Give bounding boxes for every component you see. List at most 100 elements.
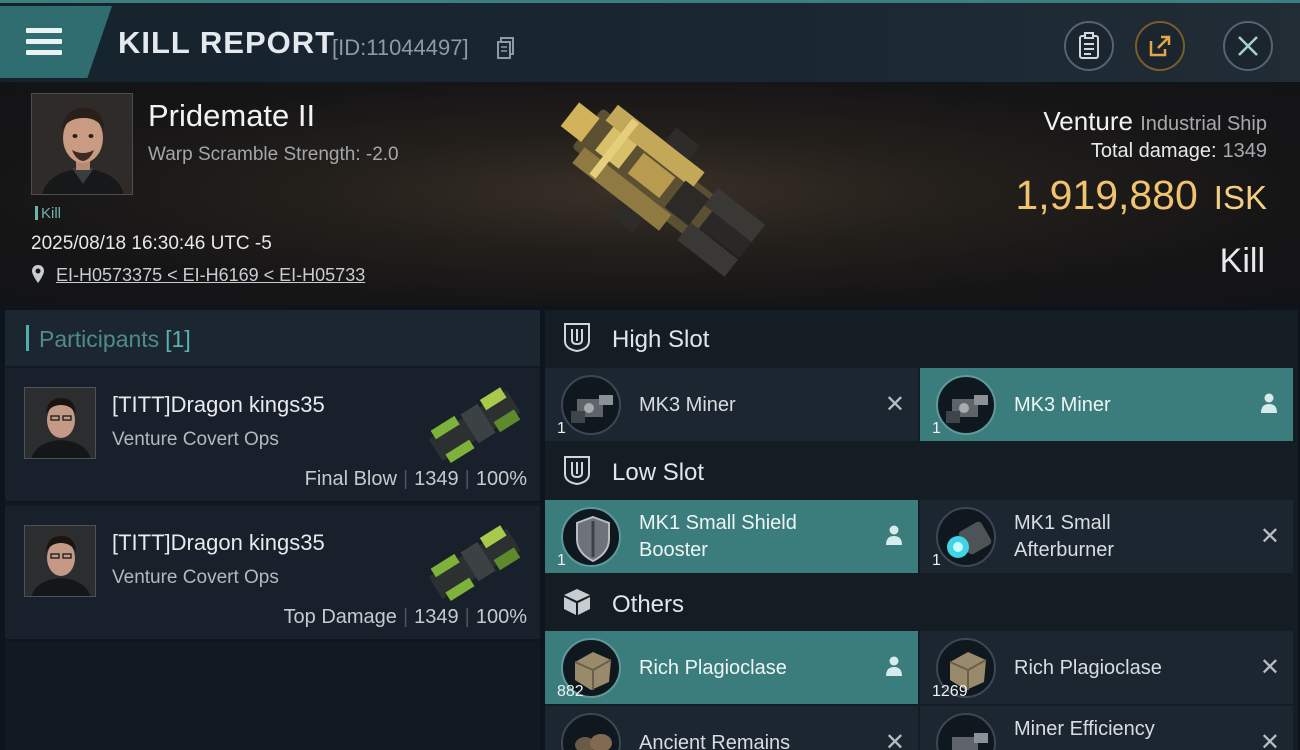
fitting-panel: High Slot 1 MK3 Miner ✕ 1 MK3 Miner Low … bbox=[545, 310, 1298, 750]
isk-value: 1,919,880 bbox=[1015, 172, 1198, 218]
dropped-person-icon bbox=[1261, 393, 1277, 413]
destroyed-icon: ✕ bbox=[1259, 522, 1280, 550]
item-name: Rich Plagioclase bbox=[639, 657, 787, 679]
victim-ship-line: Venture Industrial Ship bbox=[1043, 106, 1267, 137]
hamburger-icon bbox=[26, 28, 62, 58]
participant-ship: Venture Covert Ops bbox=[112, 429, 279, 450]
participant-role: Final Blow bbox=[304, 468, 397, 490]
low-slot-icon bbox=[564, 456, 590, 486]
item-quantity: 1 bbox=[932, 420, 941, 437]
victim-portrait[interactable] bbox=[31, 93, 133, 195]
participant-ship-image bbox=[428, 387, 521, 463]
warp-scramble-strength: Warp Scramble Strength: -2.0 bbox=[148, 144, 399, 165]
participant-name: [TITT]Dragon kings35 bbox=[112, 530, 325, 555]
mining-laser-icon bbox=[561, 375, 621, 435]
location-link[interactable]: EI-H0573375 < EI-H6169 < EI-H05733 bbox=[56, 265, 365, 285]
participant-row[interactable]: [TITT]Dragon kings35 Venture Covert Ops … bbox=[5, 506, 540, 641]
cargo-item[interactable]: 1269 Rich Plagioclase ✕ bbox=[920, 631, 1293, 704]
kill-datetime: 2025/08/18 16:30:46 UTC -5 bbox=[31, 233, 272, 254]
participant-ship-image bbox=[428, 525, 521, 601]
cargo-item[interactable]: Miner Efficiency ✕ bbox=[920, 706, 1293, 750]
item-name: Ancient Remains bbox=[639, 732, 791, 750]
item-name: MK3 Miner bbox=[639, 394, 736, 416]
high-slot-label: High Slot bbox=[612, 326, 710, 353]
high-slot-header: High Slot bbox=[545, 310, 1298, 366]
destroyed-icon: ✕ bbox=[1259, 653, 1280, 681]
close-icon bbox=[1238, 36, 1258, 56]
item-name: MK1 Small Afterburner bbox=[1014, 512, 1115, 561]
cargo-box-icon bbox=[564, 589, 590, 615]
fitted-item[interactable]: 1 MK3 Miner ✕ bbox=[545, 368, 918, 441]
mining-laser-icon bbox=[936, 375, 996, 435]
item-name: MK3 Miner bbox=[1014, 394, 1111, 416]
item-name: Rich Plagioclase bbox=[1014, 657, 1162, 679]
location-pin-icon bbox=[32, 265, 44, 283]
destroyed-icon: ✕ bbox=[1259, 728, 1280, 750]
participants-header[interactable]: Participants [1] bbox=[5, 310, 540, 366]
participants-label: Participants bbox=[39, 326, 160, 352]
low-slot-header: Low Slot bbox=[545, 443, 1298, 499]
kill-location[interactable]: EI-H0573375 < EI-H6169 < EI-H05733 bbox=[31, 264, 365, 286]
top-bar: KILL REPORT [ID:11044497] bbox=[0, 0, 1300, 82]
participant-role: Top Damage bbox=[283, 606, 397, 628]
participant-damage: 1349 bbox=[414, 468, 459, 490]
high-slot-icon bbox=[564, 323, 590, 353]
menu-button[interactable] bbox=[0, 6, 112, 78]
item-quantity: 1269 bbox=[932, 683, 968, 700]
participant-ship: Venture Covert Ops bbox=[112, 567, 279, 588]
participant-percent: 100% bbox=[475, 468, 527, 490]
victim-summary: Pridemate II Warp Scramble Strength: -2.… bbox=[0, 82, 1300, 306]
total-damage-value: 1349 bbox=[1222, 140, 1268, 162]
item-quantity: 1 bbox=[557, 420, 566, 437]
destroyed-icon: ✕ bbox=[884, 390, 905, 418]
destroyed-icon: ✕ bbox=[884, 728, 905, 750]
total-damage-label: Total damage: bbox=[1090, 140, 1217, 162]
report-id: [ID:11044497] bbox=[332, 35, 469, 60]
victim-name: Pridemate II bbox=[148, 98, 316, 133]
isk-value-line: 1,919,880 ISK bbox=[1015, 172, 1267, 219]
report-type: Kill bbox=[1219, 242, 1265, 280]
participant-stats: Final Blow | 1349 | 100% bbox=[304, 468, 527, 490]
afterburner-icon bbox=[936, 507, 996, 567]
fitted-item[interactable]: 1 MK3 Miner bbox=[920, 368, 1293, 441]
share-icon bbox=[1149, 35, 1171, 57]
participant-avatar[interactable] bbox=[24, 525, 96, 597]
others-label: Others bbox=[612, 591, 685, 618]
ship-name: Venture bbox=[1043, 106, 1134, 136]
item-quantity: 1 bbox=[557, 552, 566, 569]
cargo-item[interactable]: Ancient Remains ✕ bbox=[545, 706, 918, 750]
participants-panel: Participants [1] [TITT]Dragon kings35 Ven… bbox=[5, 310, 540, 750]
kill-tag: Kill bbox=[35, 205, 61, 222]
participant-avatar[interactable] bbox=[24, 387, 96, 459]
isk-unit: ISK bbox=[1213, 179, 1267, 216]
item-name: Miner Efficiency bbox=[1014, 718, 1155, 740]
clipboard-button[interactable] bbox=[1064, 21, 1114, 71]
participant-row[interactable]: [TITT]Dragon kings35 Venture Covert Ops … bbox=[5, 368, 540, 503]
share-button[interactable] bbox=[1135, 21, 1185, 71]
ancient-remains-icon bbox=[561, 713, 621, 750]
fitted-item[interactable]: 1 MK1 Small Shield Booster bbox=[545, 500, 918, 573]
total-damage: Total damage: 1349 bbox=[1091, 140, 1267, 163]
item-name: MK1 Small Shield Booster bbox=[639, 512, 797, 561]
item-quantity: 1 bbox=[932, 552, 941, 569]
participant-damage: 1349 bbox=[414, 606, 459, 628]
others-header: Others bbox=[545, 575, 1298, 631]
dropped-person-icon bbox=[886, 525, 902, 545]
participant-percent: 100% bbox=[475, 606, 527, 628]
copy-icon[interactable] bbox=[497, 37, 515, 59]
item-quantity: 882 bbox=[557, 683, 584, 700]
page-title: KILL REPORT bbox=[118, 25, 336, 60]
miner-efficiency-icon bbox=[936, 713, 996, 750]
clipboard-icon bbox=[1079, 32, 1099, 59]
low-slot-label: Low Slot bbox=[612, 459, 705, 486]
shield-booster-icon bbox=[561, 507, 621, 567]
close-button[interactable] bbox=[1223, 21, 1273, 71]
cargo-item[interactable]: 882 Rich Plagioclase bbox=[545, 631, 918, 704]
participants-count: [1] bbox=[165, 326, 191, 352]
fitted-item[interactable]: 1 MK1 Small Afterburner ✕ bbox=[920, 500, 1293, 573]
participant-stats: Top Damage | 1349 | 100% bbox=[283, 606, 527, 628]
ship-class: Industrial Ship bbox=[1140, 113, 1267, 135]
dropped-person-icon bbox=[886, 656, 902, 676]
participant-name: [TITT]Dragon kings35 bbox=[112, 392, 325, 417]
victim-ship-image bbox=[560, 102, 766, 277]
